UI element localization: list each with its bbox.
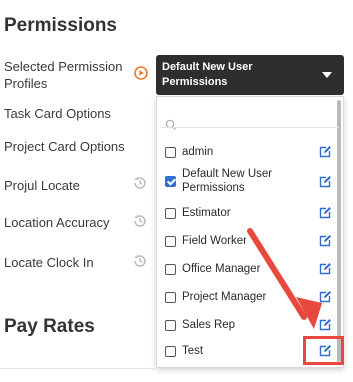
- edit-icon[interactable]: [318, 145, 332, 159]
- edit-icon[interactable]: [318, 175, 332, 189]
- chevron-down-icon: [322, 72, 332, 78]
- checkbox[interactable]: [165, 208, 176, 219]
- item-label: Test: [182, 345, 204, 357]
- item-label: Sales Rep: [182, 319, 236, 331]
- checkbox[interactable]: [165, 264, 176, 275]
- checkbox[interactable]: [165, 320, 176, 331]
- item-label: Field Worker: [182, 235, 246, 247]
- annotation-arrow: [247, 228, 322, 329]
- location-accuracy-label: Location Accuracy: [4, 215, 110, 230]
- checkbox[interactable]: [165, 147, 176, 158]
- checkbox[interactable]: [165, 292, 176, 303]
- checkbox-checked[interactable]: [165, 176, 176, 187]
- list-item[interactable]: Default New User Permissions: [157, 167, 337, 197]
- selected-permission-profiles-label: Selected Permission Profiles: [4, 59, 123, 91]
- play-circle-icon[interactable]: [134, 66, 148, 80]
- select-value: Default New User Permissions: [162, 61, 253, 88]
- project-card-options-label: Project Card Options: [4, 139, 125, 154]
- pay-rates-title: Pay Rates: [4, 316, 95, 337]
- checkbox[interactable]: [165, 346, 176, 357]
- task-card-options-label: Task Card Options: [4, 106, 111, 121]
- history-icon[interactable]: [131, 252, 149, 270]
- search-input[interactable]: [181, 115, 325, 133]
- checkbox[interactable]: [165, 236, 176, 247]
- history-icon[interactable]: [131, 174, 149, 192]
- edit-icon[interactable]: [318, 206, 332, 220]
- dropdown-search[interactable]: [157, 113, 337, 135]
- item-label: admin: [182, 146, 214, 158]
- item-label: Estimator: [182, 207, 231, 219]
- search-underline: [161, 127, 339, 128]
- divider: [0, 368, 155, 369]
- history-icon[interactable]: [131, 212, 149, 230]
- projul-locate-label: Projul Locate: [4, 178, 80, 193]
- list-item[interactable]: admin: [157, 141, 337, 167]
- permissions-title: Permissions: [4, 15, 117, 36]
- permission-profiles-select[interactable]: Default New User Permissions: [156, 55, 344, 95]
- item-label: Default New User Permissions: [182, 168, 273, 194]
- locate-clock-in-label: Locate Clock In: [4, 255, 94, 270]
- search-icon: [165, 119, 176, 130]
- annotation-highlight-box: [303, 336, 344, 365]
